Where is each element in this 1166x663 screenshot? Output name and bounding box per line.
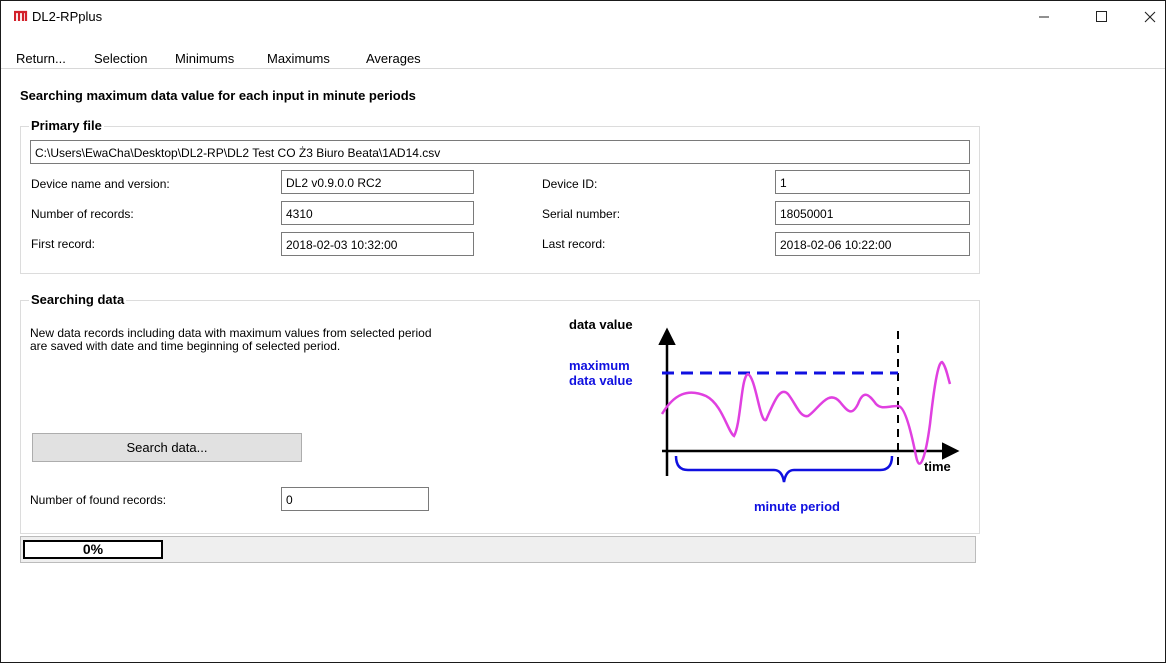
progress-text: 0% [82, 541, 104, 557]
app-logo-icon [14, 10, 28, 21]
period-label: minute period [754, 499, 840, 514]
last-record-field[interactable]: 2018-02-06 10:22:00 [775, 232, 970, 256]
search-data-button[interactable]: Search data... [32, 433, 302, 462]
maximize-button[interactable] [1079, 1, 1125, 33]
device-name-field[interactable]: DL2 v0.9.0.0 RC2 [281, 170, 474, 194]
serial-number-field[interactable]: 18050001 [775, 201, 970, 225]
description-line-2: are saved with date and time beginning o… [30, 339, 341, 353]
minimize-button[interactable] [1021, 1, 1067, 33]
first-record-label: First record: [31, 237, 96, 251]
minimize-icon [1039, 16, 1049, 18]
maximum-period-diagram: data value maximum data value time minut… [569, 317, 960, 514]
menu-bar: Return... Selection Minimums Maximums Av… [1, 46, 1165, 69]
close-icon [1144, 11, 1156, 23]
menu-selection[interactable]: Selection [94, 51, 147, 66]
close-button[interactable] [1127, 1, 1166, 33]
period-bracket [674, 455, 894, 483]
records-field[interactable]: 4310 [281, 201, 474, 225]
max-label-line-1: maximum [569, 358, 630, 373]
primary-file-path-field[interactable]: C:\Users\EwaCha\Desktop\DL2-RP\DL2 Test … [30, 140, 970, 164]
menu-minimums[interactable]: Minimums [175, 51, 234, 66]
searching-data-title: Searching data [29, 292, 127, 307]
maximize-icon [1096, 11, 1107, 22]
last-record-label: Last record: [542, 237, 606, 251]
primary-file-title: Primary file [29, 118, 104, 133]
menu-maximums[interactable]: Maximums [267, 51, 330, 66]
first-record-field[interactable]: 2018-02-03 10:32:00 [281, 232, 474, 256]
progress-indicator: 0% [23, 540, 163, 559]
data-curve [660, 360, 952, 465]
description-line-1: New data records including data with max… [30, 326, 432, 340]
found-records-label: Number of found records: [30, 493, 167, 507]
title-bar: DL2-RPplus [1, 1, 1165, 33]
menu-return[interactable]: Return... [16, 51, 66, 66]
page-heading: Searching maximum data value for each in… [20, 88, 416, 103]
serial-number-label: Serial number: [542, 207, 621, 221]
menu-averages[interactable]: Averages [366, 51, 421, 66]
app-window: DL2-RPplus Return... Selection Minimums … [0, 0, 1166, 663]
y-axis-label: data value [569, 317, 633, 332]
window-title: DL2-RPplus [32, 9, 103, 24]
device-id-label: Device ID: [542, 177, 598, 191]
device-name-label: Device name and version: [31, 177, 170, 191]
progress-bar: 0% [20, 536, 976, 563]
x-axis-label: time [924, 459, 951, 474]
records-label: Number of records: [31, 207, 134, 221]
device-id-field[interactable]: 1 [775, 170, 970, 194]
found-records-field[interactable]: 0 [281, 487, 429, 511]
max-label-line-2: data value [569, 373, 633, 388]
